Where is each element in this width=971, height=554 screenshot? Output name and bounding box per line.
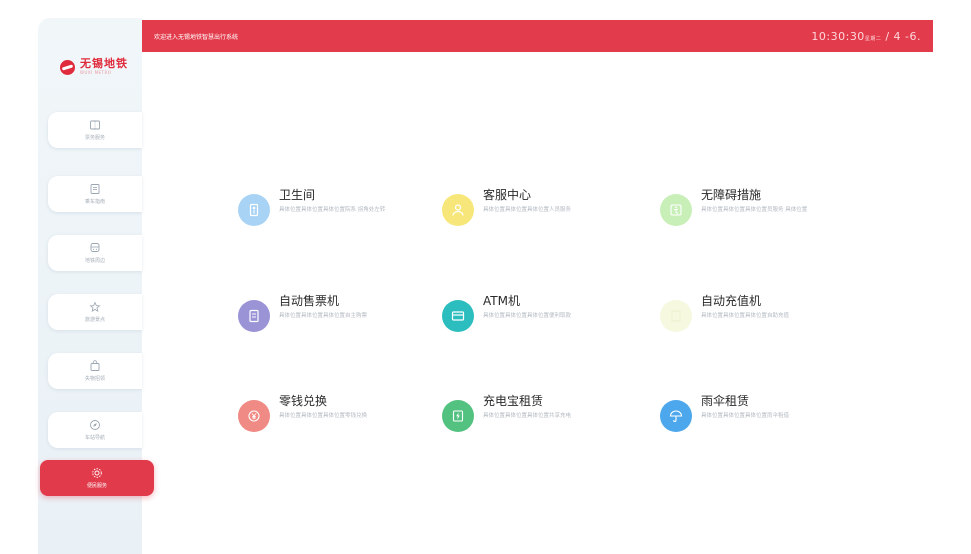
sidebar-item-ticket-service[interactable]: 票务服务: [48, 112, 142, 148]
sidebar-item-metro-nearby[interactable]: 地铁周边: [48, 235, 142, 271]
service-description: 具体位置具体位置具体位置自助充值: [701, 313, 790, 319]
train-icon: [89, 242, 101, 254]
service-description: 具体位置具体位置具体位置人员服务: [483, 207, 572, 213]
powerbank-icon: [442, 400, 474, 432]
bag-icon: [89, 360, 101, 372]
clock-display: 10:30:30星期二 / 4 -6.: [811, 30, 921, 43]
sidebar-item-label: 乘车指南: [84, 199, 105, 205]
accessibility-icon: [660, 194, 692, 226]
service-title: 客服中心: [483, 188, 532, 202]
service-change-exchange[interactable]: 零钱兑换 具体位置具体位置具体位置零钱兑换: [238, 394, 391, 432]
service-description: 具体位置具体位置具体位置院系 拐角处左转: [279, 207, 386, 213]
person-icon: [442, 194, 474, 226]
logo-name-en: WUXI METRO: [80, 70, 112, 75]
service-title: 零钱兑换: [279, 394, 328, 408]
sidebar-item-tourist-spots[interactable]: 旅游景点: [48, 294, 142, 330]
service-restroom[interactable]: 卫生间 具体位置具体位置具体位置院系 拐角处左转: [238, 188, 391, 226]
service-description: 具体位置具体位置具体位置员服务 具体位置: [701, 207, 808, 213]
restroom-icon: [238, 194, 270, 226]
service-powerbank-rental[interactable]: 充电宝租赁 具体位置具体位置具体位置共享充电: [442, 394, 595, 432]
service-description: 具体位置具体位置具体位置便利取款: [483, 313, 572, 319]
star-icon: [89, 301, 101, 313]
clock-date: / 4 -6.: [885, 29, 921, 43]
sidebar-item-convenience-services[interactable]: 便民服务: [40, 460, 154, 496]
service-description: 具体位置具体位置具体位置雨伞租借: [701, 413, 790, 419]
service-atm[interactable]: ATM机 具体位置具体位置具体位置便利取款: [442, 294, 595, 332]
umbrella-icon: [660, 400, 692, 432]
service-description: 具体位置具体位置具体位置共享充电: [483, 413, 572, 419]
yuan-icon: [238, 400, 270, 432]
ticket-machine-icon: [238, 300, 270, 332]
sidebar-item-label: 便民服务: [86, 483, 107, 489]
ticket-icon: [89, 119, 101, 131]
sidebar-item-label: 票务服务: [84, 135, 105, 141]
sidebar-item-label: 地铁周边: [84, 258, 105, 264]
service-ticket-machine[interactable]: 自动售票机 具体位置具体位置具体位置自主购票: [238, 294, 391, 332]
sidebar-item-lost-found[interactable]: 失物招领: [48, 353, 142, 389]
compass-icon: [89, 419, 101, 431]
service-title: 无障碍措施: [701, 188, 762, 202]
top-header-bar: 欢迎进入无锡地铁智慧出行系统 10:30:30星期二 / 4 -6.: [142, 20, 933, 52]
sidebar-item-ride-guide[interactable]: 乘车指南: [48, 176, 142, 212]
sidebar-item-label: 失物招领: [84, 376, 105, 382]
service-description: 具体位置具体位置具体位置零钱兑换: [279, 413, 368, 419]
service-umbrella-rental[interactable]: 雨伞租赁 具体位置具体位置具体位置雨伞租借: [660, 394, 813, 432]
card-icon: [442, 300, 474, 332]
service-title: ATM机: [483, 294, 520, 308]
sidebar-item-label: 车站导航: [84, 435, 105, 441]
service-customer-center[interactable]: 客服中心 具体位置具体位置具体位置人员服务: [442, 188, 595, 226]
service-title: 自动充值机: [701, 294, 762, 308]
service-title: 卫生间: [279, 188, 316, 202]
recharge-icon: [660, 300, 692, 332]
service-title: 雨伞租赁: [701, 394, 750, 408]
metro-logo-icon: [60, 59, 75, 75]
clock-time: 10:30:30: [811, 29, 865, 43]
service-title: 自动售票机: [279, 294, 340, 308]
welcome-title: 欢迎进入无锡地铁智慧出行系统: [154, 33, 239, 41]
clock-weekday: 星期二: [864, 35, 882, 42]
logo-name-cn: 无锡地铁: [80, 57, 128, 70]
service-accessibility[interactable]: 无障碍措施 具体位置具体位置具体位置员服务 具体位置: [660, 188, 813, 226]
sidebar: 无锡地铁 WUXI METRO 票务服务 乘车指南 地铁周边 旅游景点 失物招领: [38, 18, 154, 554]
service-description: 具体位置具体位置具体位置自主购票: [279, 313, 368, 319]
service-title: 充电宝租赁: [483, 394, 544, 408]
document-icon: [89, 183, 101, 195]
gear-icon: [91, 467, 103, 479]
service-recharge-machine[interactable]: 自动充值机 具体位置具体位置具体位置自助充值: [660, 294, 813, 332]
sidebar-item-label: 旅游景点: [84, 317, 105, 323]
sidebar-item-station-navigation[interactable]: 车站导航: [48, 412, 142, 448]
logo: 无锡地铁 WUXI METRO: [60, 58, 128, 76]
